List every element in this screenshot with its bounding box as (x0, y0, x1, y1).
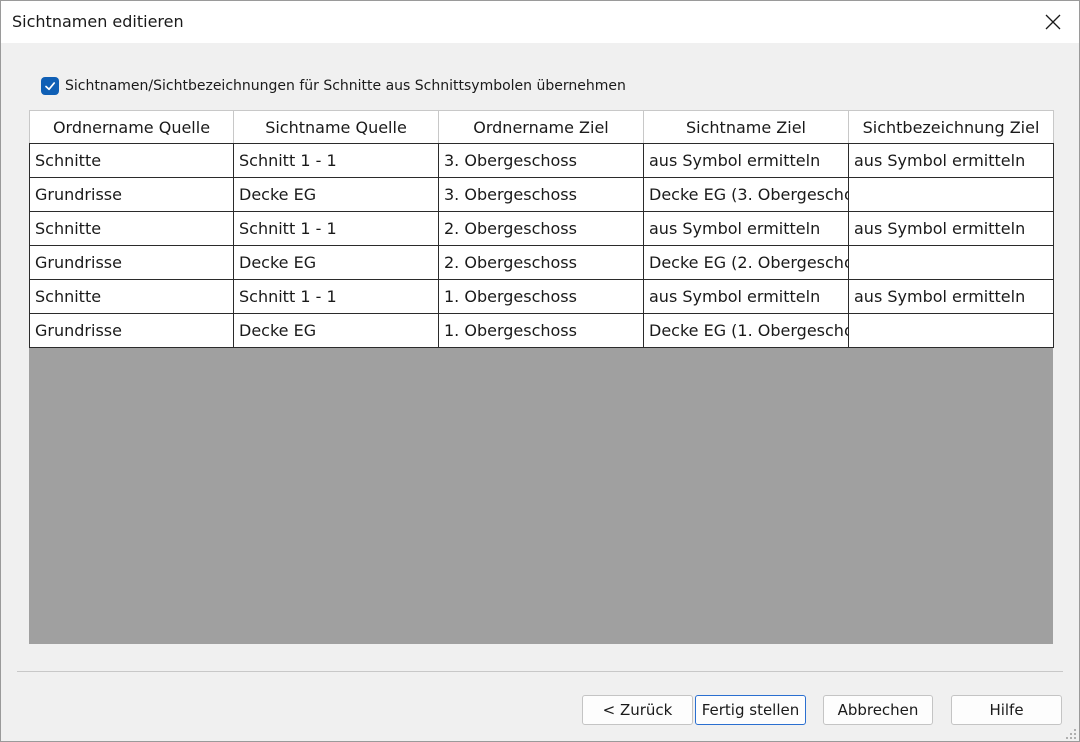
table-cell[interactable]: Grundrisse (29, 177, 234, 212)
back-button[interactable]: < Zurück (582, 695, 693, 725)
column-header-target-view[interactable]: Sichtname Ziel (643, 110, 849, 144)
table-cell[interactable]: 2. Obergeschoss (438, 245, 644, 280)
column-header-target-folder[interactable]: Ordnername Ziel (438, 110, 644, 144)
table-cell[interactable]: Decke EG (233, 313, 439, 348)
table-cell[interactable]: Decke EG (1. Obergeschoss) (643, 313, 849, 348)
window-title: Sichtnamen editieren (12, 12, 184, 31)
table-cell[interactable]: aus Symbol ermitteln (848, 211, 1054, 246)
table-cell[interactable]: Schnitte (29, 279, 234, 314)
table-cell[interactable] (848, 313, 1054, 348)
close-icon (1045, 14, 1061, 30)
close-button[interactable] (1027, 1, 1079, 43)
table-cell[interactable]: aus Symbol ermitteln (643, 279, 849, 314)
adopt-names-option[interactable]: Sichtnamen/Sichtbezeichnungen für Schnit… (41, 76, 626, 96)
table-cell[interactable]: Grundrisse (29, 313, 234, 348)
title-bar: Sichtnamen editieren (1, 1, 1079, 43)
table-cell[interactable]: Decke EG (3. Obergeschoss) (643, 177, 849, 212)
table-cell[interactable] (848, 245, 1054, 280)
checkmark-icon (45, 82, 56, 91)
view-names-grid: Ordnername Quelle Sichtname Quelle Ordne… (29, 110, 1054, 644)
table-cell[interactable]: aus Symbol ermitteln (643, 143, 849, 178)
table-header-row: Ordnername Quelle Sichtname Quelle Ordne… (29, 110, 1054, 144)
table-row: Grundrisse Decke EG 2. Obergeschoss Deck… (29, 245, 1054, 280)
table-cell[interactable]: Schnitt 1 - 1 (233, 279, 439, 314)
table-cell[interactable]: 1. Obergeschoss (438, 279, 644, 314)
table-cell[interactable]: Decke EG (233, 177, 439, 212)
table-cell[interactable]: Decke EG (2. Obergeschoss) (643, 245, 849, 280)
table-cell[interactable] (848, 177, 1054, 212)
footer-divider (17, 671, 1063, 672)
table-row: Grundrisse Decke EG 1. Obergeschoss Deck… (29, 313, 1054, 348)
table-cell[interactable]: Schnitte (29, 143, 234, 178)
view-names-table: Ordnername Quelle Sichtname Quelle Ordne… (29, 110, 1054, 348)
table-cell[interactable]: Grundrisse (29, 245, 234, 280)
table-cell[interactable]: 1. Obergeschoss (438, 313, 644, 348)
table-cell[interactable]: aus Symbol ermitteln (848, 143, 1054, 178)
table-cell[interactable]: Schnitte (29, 211, 234, 246)
adopt-names-label: Sichtnamen/Sichtbezeichnungen für Schnit… (65, 78, 626, 94)
adopt-names-checkbox[interactable] (41, 77, 59, 95)
resize-grip-icon[interactable] (1065, 728, 1077, 740)
table-row: Schnitte Schnitt 1 - 1 2. Obergeschoss a… (29, 211, 1054, 246)
table-cell[interactable]: 2. Obergeschoss (438, 211, 644, 246)
table-row: Schnitte Schnitt 1 - 1 1. Obergeschoss a… (29, 279, 1054, 314)
dialog-window: Sichtnamen editieren Sichtnamen/Sichtbez… (0, 0, 1080, 742)
table-row: Grundrisse Decke EG 3. Obergeschoss Deck… (29, 177, 1054, 212)
table-cell[interactable]: Decke EG (233, 245, 439, 280)
help-button[interactable]: Hilfe (951, 695, 1062, 725)
column-header-source-folder[interactable]: Ordnername Quelle (29, 110, 234, 144)
finish-button[interactable]: Fertig stellen (695, 695, 806, 725)
table-cell[interactable]: aus Symbol ermitteln (643, 211, 849, 246)
table-cell[interactable]: Schnitt 1 - 1 (233, 211, 439, 246)
table-cell[interactable]: 3. Obergeschoss (438, 177, 644, 212)
table-cell[interactable]: 3. Obergeschoss (438, 143, 644, 178)
table-cell[interactable]: aus Symbol ermitteln (848, 279, 1054, 314)
column-header-target-label[interactable]: Sichtbezeichnung Ziel (848, 110, 1054, 144)
table-cell[interactable]: Schnitt 1 - 1 (233, 143, 439, 178)
column-header-source-view[interactable]: Sichtname Quelle (233, 110, 439, 144)
cancel-button[interactable]: Abbrechen (823, 695, 933, 725)
table-row: Schnitte Schnitt 1 - 1 3. Obergeschoss a… (29, 143, 1054, 178)
